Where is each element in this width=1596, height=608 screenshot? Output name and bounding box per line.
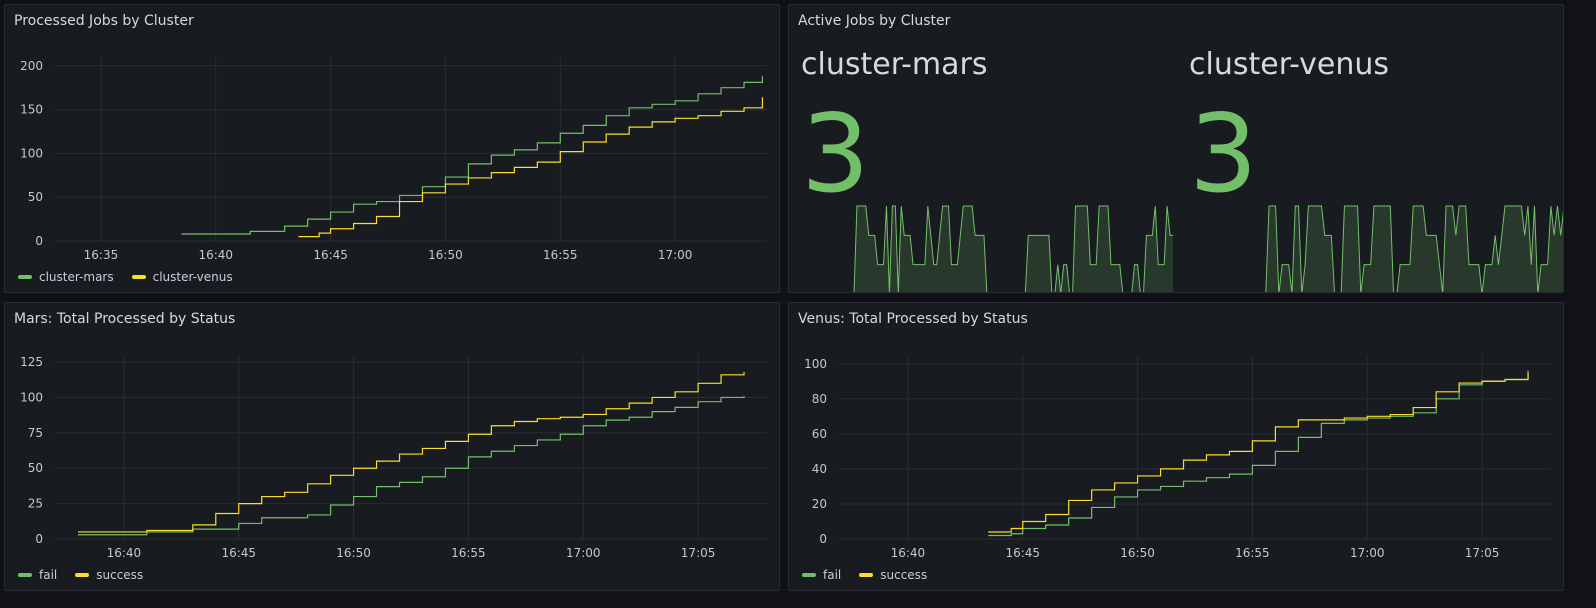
y-tick-label: 0 (819, 532, 827, 546)
panel-active-jobs[interactable]: Active Jobs by Cluster cluster-mars 3 cl… (788, 4, 1564, 293)
legend-item-cluster-mars[interactable]: cluster-mars (18, 270, 114, 284)
sparkline-area (854, 206, 1173, 292)
series-line-success (988, 372, 1529, 533)
y-tick-label: 75 (28, 426, 43, 440)
x-tick-label: 16:50 (1120, 546, 1155, 560)
y-tick-label: 100 (20, 146, 43, 160)
y-tick-label: 20 (812, 497, 827, 511)
x-tick-label: 16:45 (1005, 546, 1040, 560)
legend-swatch (859, 573, 874, 577)
stat-name-cluster-venus: cluster-venus (1189, 47, 1389, 82)
sparkline-area (1265, 206, 1563, 292)
legend-label: cluster-venus (152, 270, 233, 284)
legend: fail success (802, 568, 927, 582)
x-tick-label: 16:40 (107, 546, 142, 560)
legend-item-success[interactable]: success (75, 568, 143, 582)
y-tick-label: 40 (812, 462, 827, 476)
y-tick-label: 80 (812, 392, 827, 406)
legend-swatch (75, 573, 90, 577)
series-line-success (77, 371, 745, 533)
processed-jobs-chart[interactable]: 0 50 100 150 200 16:35 16:40 16:45 16:50 16:55 17:… (5, 5, 780, 293)
x-tick-label: 16:40 (891, 546, 926, 560)
y-tick-label: 100 (804, 357, 827, 371)
legend-item-success[interactable]: success (859, 568, 927, 582)
x-tick-label: 17:05 (681, 546, 716, 560)
panel-title[interactable]: Active Jobs by Cluster (798, 13, 950, 29)
legend-item-fail[interactable]: fail (18, 568, 57, 582)
y-tick-label: 60 (812, 427, 827, 441)
y-tick-label: 50 (28, 461, 43, 475)
legend-swatch (18, 275, 32, 279)
legend-label: success (880, 568, 928, 582)
x-tick-label: 16:55 (543, 248, 578, 262)
x-tick-label: 17:00 (658, 248, 693, 262)
legend-label: fail (823, 568, 842, 582)
legend-swatch (802, 573, 816, 577)
y-tick-label: 0 (35, 532, 43, 546)
y-tick-label: 125 (20, 355, 43, 369)
venus-status-chart[interactable]: 0 20 40 60 80 100 16:40 16:45 16:50 16:55 17:00 17:… (789, 303, 1564, 591)
series-line-fail (77, 396, 745, 536)
x-tick-label: 16:55 (1235, 546, 1270, 560)
legend-swatch (18, 573, 32, 577)
y-tick-label: 200 (20, 59, 43, 73)
mars-status-chart[interactable]: 0 25 50 75 100 125 16:40 16:45 16:50 16:55 17:00 17… (5, 303, 780, 591)
legend: fail success (18, 568, 143, 582)
legend-label: success (96, 568, 144, 582)
stat-value-cluster-mars: 3 (801, 92, 870, 217)
y-tick-label: 100 (20, 390, 43, 404)
legend-label: cluster-mars (39, 270, 114, 284)
x-tick-label: 17:05 (1465, 546, 1500, 560)
x-tick-label: 16:45 (221, 546, 256, 560)
y-tick-label: 0 (35, 234, 43, 248)
legend-swatch (131, 275, 146, 279)
x-tick-label: 16:40 (198, 248, 233, 262)
y-tick-label: 25 (28, 497, 43, 511)
x-tick-label: 16:50 (336, 546, 371, 560)
x-tick-label: 17:00 (566, 546, 601, 560)
stat-value-cluster-venus: 3 (1189, 92, 1258, 217)
stat-name-cluster-mars: cluster-mars (801, 47, 988, 82)
legend: cluster-mars cluster-venus (18, 270, 233, 284)
legend-item-cluster-venus[interactable]: cluster-venus (131, 270, 233, 284)
x-tick-label: 17:00 (1350, 546, 1385, 560)
x-tick-label: 16:50 (428, 248, 463, 262)
panel-processed-jobs[interactable]: Processed Jobs by Cluster 0 50 100 150 200 16… (4, 4, 780, 293)
x-tick-label: 16:55 (451, 546, 486, 560)
panel-venus-status[interactable]: Venus: Total Processed by Status 0 20 40 60… (788, 302, 1564, 591)
y-tick-label: 150 (20, 103, 43, 117)
panel-mars-status[interactable]: Mars: Total Processed by Status 0 25 50 75 1… (4, 302, 780, 591)
series-line-cluster-venus (298, 97, 764, 238)
y-tick-label: 50 (28, 190, 43, 204)
x-tick-label: 16:45 (313, 248, 348, 262)
legend-item-fail[interactable]: fail (802, 568, 841, 582)
legend-label: fail (39, 568, 58, 582)
x-tick-label: 16:35 (84, 248, 119, 262)
